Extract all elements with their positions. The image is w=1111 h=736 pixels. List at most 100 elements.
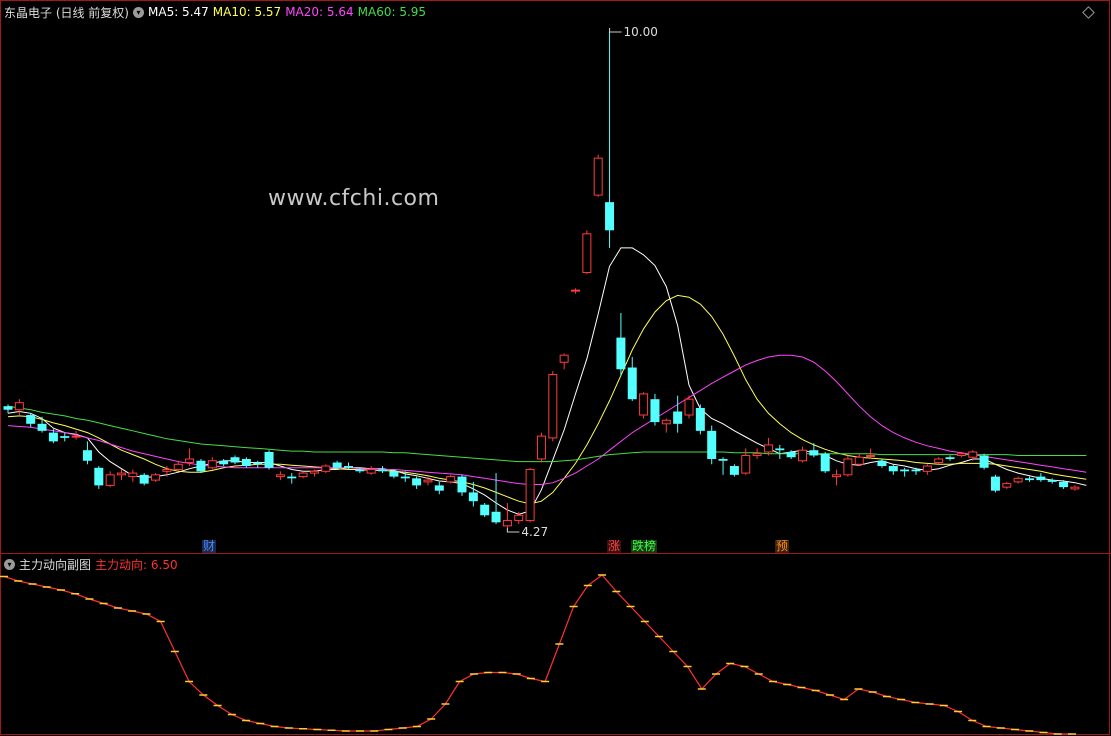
candle-body-up (854, 456, 864, 465)
low-pointer (506, 528, 520, 533)
candle-body-up (71, 435, 81, 438)
candle-body-down (729, 466, 739, 475)
candle-body-down (491, 511, 501, 523)
candle-body-down (400, 476, 410, 479)
candle-body-down (60, 436, 70, 438)
candle-body-down (26, 415, 36, 424)
candle-body-up (117, 472, 126, 476)
candle-body-down (264, 451, 274, 468)
candle-body-up (559, 354, 569, 363)
candle-body-up (366, 469, 376, 474)
candle-body-up (684, 398, 694, 416)
candle-body-up (298, 472, 308, 478)
candle-body-down (287, 476, 297, 479)
candle-body-up (446, 476, 456, 483)
candle-body-down (230, 457, 240, 463)
candle-body-down (945, 457, 955, 459)
ma-line-ma20 (7, 354, 1087, 485)
candle-body-up (514, 514, 524, 522)
candle-body-up (571, 289, 580, 292)
candle-body-up (14, 402, 24, 411)
candle-body-down (1036, 476, 1046, 481)
candle-body-down (1025, 478, 1034, 481)
candle-body-up (309, 470, 319, 474)
candle-body-down (219, 460, 229, 465)
candle-body-up (1002, 483, 1012, 488)
high-pointer (609, 28, 622, 33)
candle-body-down (911, 469, 921, 472)
candle-body-down (627, 367, 637, 400)
candle-body-down (979, 455, 989, 468)
candle-body-down (900, 469, 910, 472)
candle-body-down (412, 478, 422, 486)
high-price-label: 10.00 (624, 25, 658, 39)
candle-body-down (1059, 481, 1069, 488)
candle-body-up (536, 435, 546, 460)
candle-body-down (877, 460, 887, 467)
candle-body-down (650, 399, 660, 423)
candle-body-up (832, 474, 842, 478)
candle-body-up (639, 393, 649, 416)
candle-body-up (207, 460, 217, 469)
candle-body-up (1070, 486, 1080, 490)
candle-body-up (968, 451, 978, 458)
candle-body-down (1047, 480, 1057, 482)
candle-body-down (673, 411, 683, 424)
candle-body-down (241, 458, 251, 467)
candle-body-up (661, 419, 671, 425)
candle-body-down (457, 476, 467, 493)
price-chart[interactable]: 10.00 4.27 (0, 0, 1111, 736)
candle-body-down (344, 466, 353, 468)
candle-body-down (196, 460, 206, 472)
candle-body-up (128, 472, 138, 478)
candle-body-up (593, 157, 603, 196)
candle-body-down (332, 462, 342, 468)
candle-body-up (843, 458, 853, 476)
candle-body-up (185, 458, 195, 464)
candle-body-down (605, 202, 615, 231)
candle-body-up (741, 454, 751, 474)
candle-body-up (275, 474, 285, 478)
candle-body-up (798, 449, 807, 462)
candle-body-down (434, 485, 444, 491)
candle-body-up (956, 453, 966, 456)
candle-body-down (695, 407, 705, 431)
candle-body-down (468, 492, 478, 502)
candle-body-down (82, 450, 92, 461)
candle-body-down (389, 471, 399, 477)
candle-body-up (525, 469, 535, 522)
ma-line-ma5 (7, 247, 1087, 515)
candle-body-up (763, 444, 773, 453)
candle-body-up (582, 233, 592, 274)
candle-body-down (48, 432, 58, 442)
candle-body-down (3, 406, 13, 410)
candle-body-up (934, 458, 944, 464)
candle-body-down (820, 453, 830, 472)
candle-body-up (866, 454, 876, 457)
candle-body-up (173, 463, 183, 471)
candle-body-up (162, 469, 172, 472)
candle-body-up (151, 474, 161, 481)
candle-body-down (616, 337, 626, 370)
candle-body-down (775, 448, 785, 451)
candle-body-up (502, 520, 512, 527)
candle-body-down (253, 462, 263, 465)
candle-body-down (990, 476, 1000, 491)
candle-body-down (809, 450, 819, 456)
candle-body-down (718, 458, 728, 461)
candle-body-down (355, 469, 365, 472)
candle-body-up (922, 465, 932, 472)
candle-body-up (1013, 477, 1023, 483)
candle-body-down (94, 467, 104, 486)
candle-body-down (480, 504, 490, 516)
candle-body-down (888, 466, 898, 472)
candle-body-up (423, 479, 433, 483)
sub-indicator-line (3, 574, 1072, 735)
candle-body-down (707, 430, 717, 459)
candle-body-down (37, 423, 47, 431)
candle-body-down (786, 451, 796, 458)
candle-body-down (139, 474, 149, 484)
candle-body-down (378, 469, 388, 472)
candle-body-up (321, 465, 331, 472)
ma-line-ma60 (7, 405, 1087, 463)
